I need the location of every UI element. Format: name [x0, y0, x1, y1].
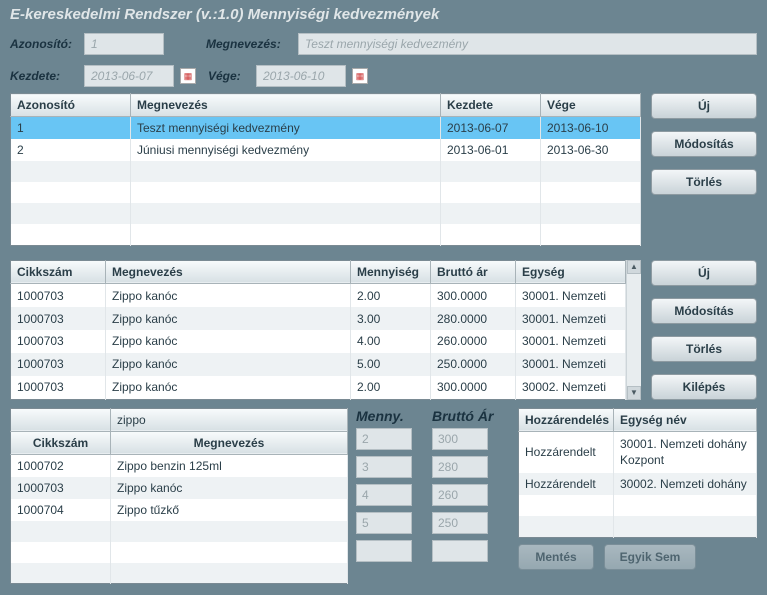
start-label: Kezdete: — [10, 69, 78, 83]
col-header[interactable]: Vége — [541, 94, 641, 117]
table-row[interactable] — [11, 182, 641, 203]
table-row[interactable]: 1000703Zippo kanóc4.00260.000030001. Nem… — [11, 330, 626, 353]
table-row[interactable]: 1000703Zippo kanóc5.00250.000030001. Nem… — [11, 353, 626, 376]
table-row[interactable]: Hozzárendelt30001. Nemzeti dohány Kozpon… — [519, 431, 757, 473]
col-header[interactable]: Cikkszám — [11, 260, 106, 284]
discounts-grid[interactable]: Azonosító Megnevezés Kezdete Vége 1Teszt… — [10, 93, 641, 246]
col-header[interactable]: Kezdete — [441, 94, 541, 117]
price-input[interactable] — [432, 456, 488, 478]
search-grid[interactable]: zippo CikkszámMegnevezés 1000702Zippo be… — [10, 408, 348, 585]
col-header[interactable]: Megnevezés — [111, 431, 348, 454]
col-header[interactable]: Megnevezés — [106, 260, 351, 284]
qty-label: Menny. — [356, 408, 424, 424]
table-row[interactable]: 1000703Zippo kanóc3.00280.000030001. Nem… — [11, 307, 626, 330]
id-label: Azonosító: — [10, 37, 78, 51]
save-button: Mentés — [518, 544, 594, 570]
col-header[interactable]: Megnevezés — [131, 94, 441, 117]
table-row[interactable]: 1Teszt mennyiségi kedvezmény2013-06-0720… — [11, 117, 641, 140]
assign-grid[interactable]: HozzárendelésEgység név Hozzárendelt3000… — [518, 408, 757, 538]
scroll-down-icon[interactable]: ▼ — [627, 386, 641, 400]
filter-value[interactable]: zippo — [117, 413, 146, 427]
price-input[interactable] — [432, 484, 488, 506]
price-input[interactable] — [432, 428, 488, 450]
table-row[interactable]: 1000703Zippo kanóc2.00300.000030001. Nem… — [11, 284, 626, 307]
delete-button[interactable]: Törlés — [651, 336, 757, 362]
table-row[interactable] — [11, 521, 348, 542]
calendar-icon[interactable]: ▦ — [352, 68, 368, 84]
edit-button[interactable]: Módosítás — [651, 131, 757, 157]
table-row[interactable] — [11, 563, 348, 584]
col-header[interactable]: Egység név — [614, 408, 757, 431]
delete-button[interactable]: Törlés — [651, 169, 757, 195]
qty-input[interactable] — [356, 540, 412, 562]
price-label: Bruttó Ár — [432, 408, 510, 424]
table-row[interactable]: 1000703Zippo kanóc — [11, 477, 348, 499]
col-header[interactable]: Egység — [516, 260, 626, 284]
col-header[interactable]: Azonosító — [11, 94, 131, 117]
table-row[interactable]: 1000704Zippo tűzkő — [11, 499, 348, 521]
price-input[interactable] — [432, 512, 488, 534]
none-button: Egyik Sem — [604, 544, 696, 570]
name-input[interactable] — [298, 33, 757, 55]
price-input[interactable] — [432, 540, 488, 562]
filter-cell[interactable] — [11, 408, 111, 431]
end-label: Vége: — [208, 69, 250, 83]
table-row[interactable]: 2Júniusi mennyiségi kedvezmény2013-06-01… — [11, 139, 641, 161]
scroll-up-icon[interactable]: ▲ — [627, 260, 641, 274]
calendar-icon[interactable]: ▦ — [180, 68, 196, 84]
new-button[interactable]: Új — [651, 93, 757, 119]
items-grid[interactable]: Cikkszám Megnevezés Mennyiség Bruttó ár … — [10, 260, 626, 400]
edit-button[interactable]: Módosítás — [651, 298, 757, 324]
name-label: Megnevezés: — [206, 37, 292, 51]
col-header[interactable]: Cikkszám — [11, 431, 111, 454]
table-row[interactable] — [11, 161, 641, 182]
col-header[interactable]: Bruttó ár — [431, 260, 516, 284]
table-row[interactable]: 1000703Zippo kanóc2.00300.000030002. Nem… — [11, 376, 626, 399]
col-header[interactable]: Mennyiség — [351, 260, 431, 284]
start-input[interactable] — [84, 65, 174, 87]
new-button[interactable]: Új — [651, 260, 757, 286]
table-row[interactable] — [11, 224, 641, 245]
table-row[interactable] — [11, 542, 348, 563]
qty-input[interactable] — [356, 484, 412, 506]
table-row[interactable]: 1000702Zippo benzin 125ml — [11, 454, 348, 477]
scrollbar[interactable]: ▲ ▼ — [626, 260, 641, 400]
end-input[interactable] — [256, 65, 346, 87]
table-row[interactable] — [519, 495, 757, 516]
qty-input[interactable] — [356, 512, 412, 534]
table-row[interactable] — [11, 203, 641, 224]
col-header[interactable]: Hozzárendelés — [519, 408, 614, 431]
exit-button[interactable]: Kilépés — [651, 374, 757, 400]
page-title: E-kereskedelmi Rendszer (v.:1.0) Mennyis… — [0, 0, 767, 33]
id-input[interactable] — [84, 33, 164, 55]
qty-input[interactable] — [356, 456, 412, 478]
qty-input[interactable] — [356, 428, 412, 450]
table-row[interactable] — [519, 516, 757, 537]
table-row[interactable]: Hozzárendelt30002. Nemzeti dohány — [519, 473, 757, 495]
